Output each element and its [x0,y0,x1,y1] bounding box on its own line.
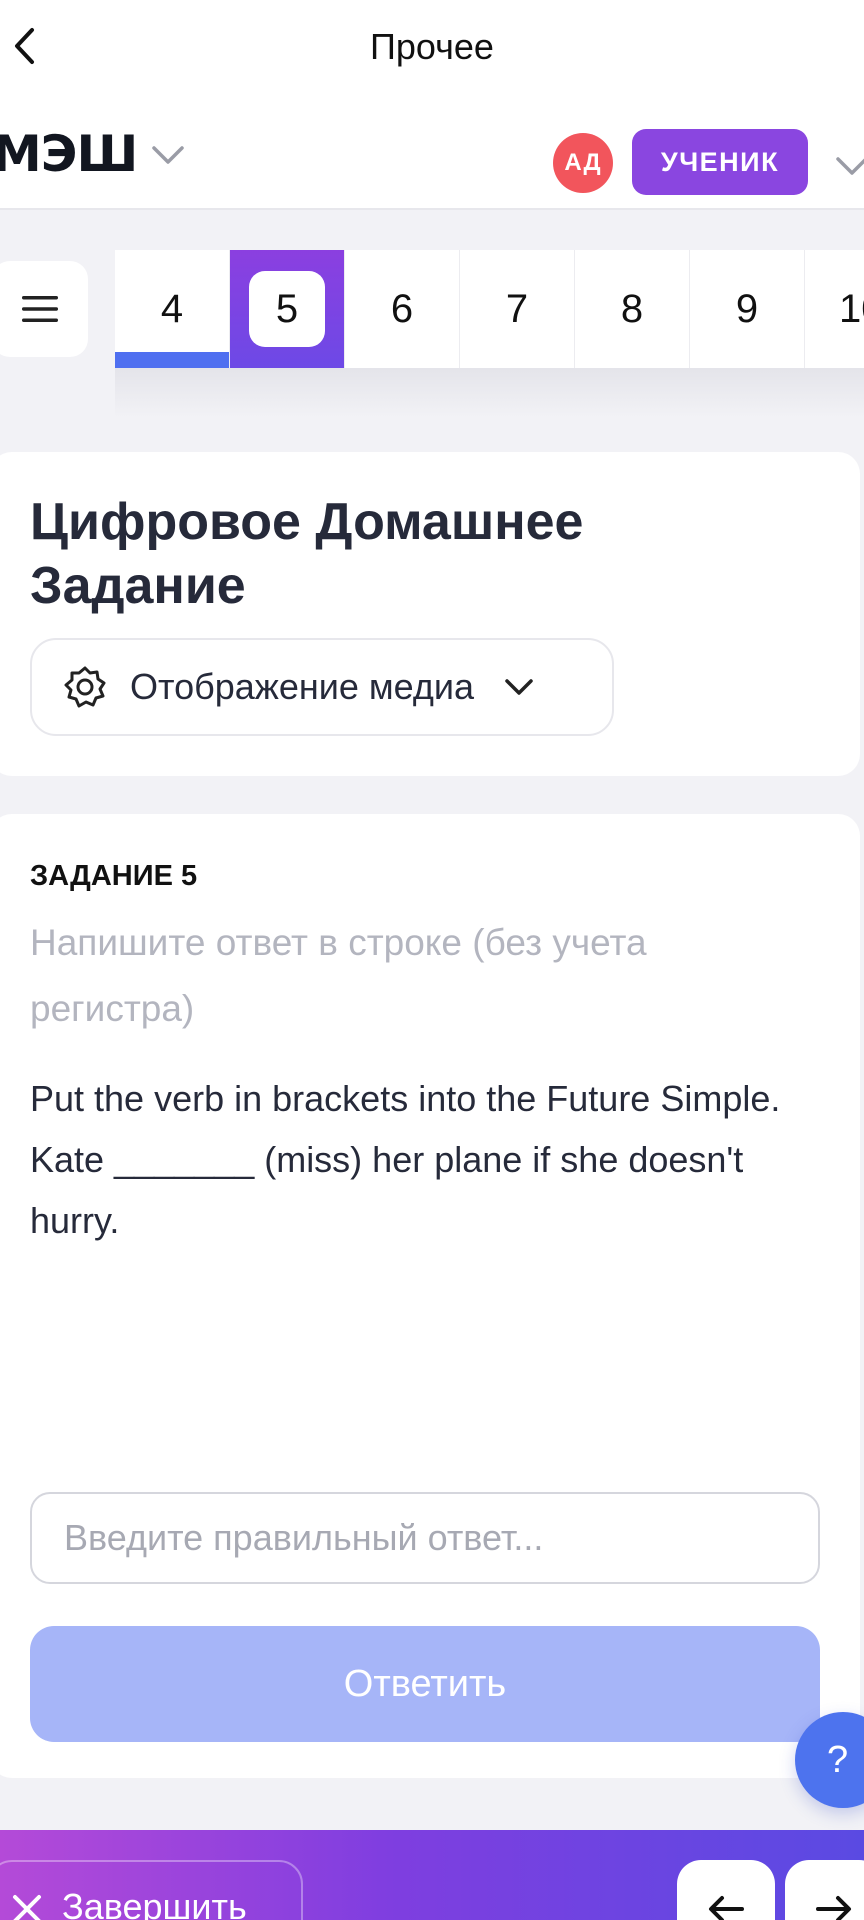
top-navigation-bar: Прочее [0,0,864,95]
chevron-down-icon[interactable] [150,143,186,167]
role-switch-button[interactable]: УЧЕНИК [632,129,808,195]
arrow-left-icon [709,1896,744,1920]
media-display-dropdown[interactable]: Отображение медиа [30,638,614,736]
next-task-button[interactable] [785,1860,864,1920]
task-tab-10[interactable]: 10 [805,250,864,368]
menu-button[interactable] [0,261,88,357]
task-instruction: Напишите ответ в строке (без учета регис… [30,922,647,1029]
task-question: Put the verb in brackets into the Future… [30,1068,820,1251]
question-mark-icon: ? [827,1738,849,1781]
task-number: 6 [390,286,414,331]
task-question-line: Kate _______ (miss) her plane if she doe… [30,1139,744,1241]
task-tab-8[interactable]: 8 [575,250,690,368]
answer-input[interactable] [30,1492,820,1584]
homework-info-card: Цифровое Домашнее Задание Отображение ме… [0,452,860,776]
screen: Прочее МЭШ АД УЧЕНИК 4 5 6 7 8 9 1 Цифро… [0,0,864,1920]
finish-label: Завершить [62,1886,247,1920]
task-tab-5[interactable]: 5 [230,250,345,368]
page-title: Прочее [370,26,494,67]
task-heading: ЗАДАНИЕ 5 [30,860,198,892]
avatar[interactable]: АД [553,133,613,193]
task-card: ЗАДАНИЕ 5 Напишите ответ в строке (без у… [0,814,860,1778]
task-number: 4 [160,286,184,331]
task-number: 10 [839,286,864,331]
bottom-action-bar: Завершить [0,1830,864,1920]
finish-button[interactable]: Завершить [0,1860,303,1920]
task-nav-shadow [115,368,864,418]
task-navigator: 4 5 6 7 8 9 10 [115,250,864,368]
app-logo: МЭШ [0,125,138,183]
task-number: 7 [505,286,529,331]
chevron-down-icon[interactable] [834,154,864,178]
close-icon [13,1895,41,1920]
homework-title: Цифровое Домашнее Задание [30,493,584,615]
arrow-right-icon [816,1896,851,1920]
task-tab-6[interactable]: 6 [345,250,460,368]
app-header: МЭШ АД УЧЕНИК [0,95,864,210]
gear-icon [64,666,106,708]
task-tab-7[interactable]: 7 [460,250,575,368]
task-tab-9[interactable]: 9 [690,250,805,368]
chevron-down-icon [505,679,533,695]
task-number: 9 [735,286,759,331]
previous-task-button[interactable] [677,1860,775,1920]
task-tab-4[interactable]: 4 [115,250,230,368]
task-question-line: Put the verb in brackets into the Future… [30,1078,781,1119]
media-display-label: Отображение медиа [130,666,475,707]
hamburger-menu-icon [22,296,58,322]
task-number: 8 [620,286,644,331]
submit-answer-button[interactable]: Ответить [30,1626,820,1742]
task-number: 5 [249,271,325,347]
